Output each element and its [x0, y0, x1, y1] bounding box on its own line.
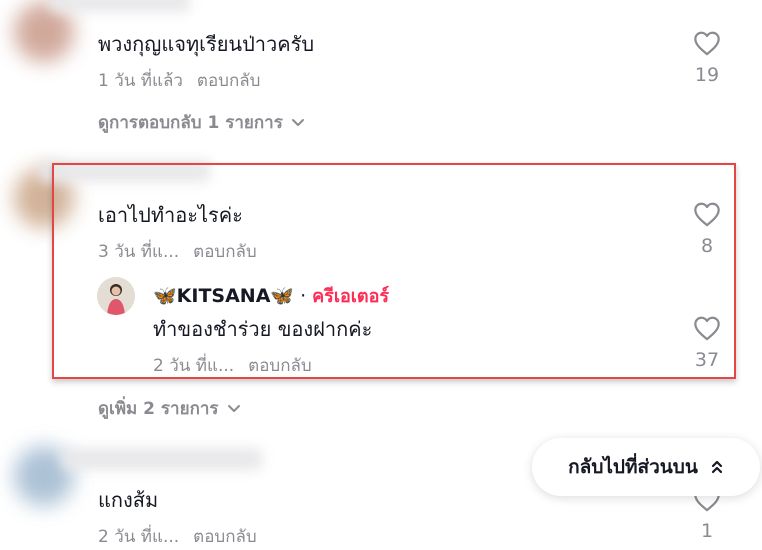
- comment-meta: 1 วัน ที่แล้ว ตอบกลับ: [98, 67, 260, 94]
- like-group: 19: [687, 30, 727, 86]
- double-chevron-up-icon: [711, 460, 722, 474]
- comment-meta: 2 วัน ที่แ... ตอบกลับ: [98, 523, 257, 550]
- back-to-top-label: กลับไปที่ส่วนบน: [568, 456, 698, 478]
- view-more-button[interactable]: ดูเพิ่ม 2 รายการ: [98, 395, 241, 422]
- highlight-frame: [52, 163, 736, 379]
- view-more-label: ดูเพิ่ม 2 รายการ: [98, 399, 219, 419]
- username-blurred[interactable]: [50, 0, 190, 12]
- like-count: 1: [700, 520, 714, 542]
- reply-button[interactable]: ตอบกลับ: [197, 71, 261, 91]
- view-replies-label: ดูการตอบกลับ 1 รายการ: [98, 113, 283, 133]
- comment-text: พวงกุญแจทุเรียนป่าวครับ: [98, 32, 315, 56]
- comment-time: 1 วัน ที่แล้ว: [98, 71, 183, 91]
- username-blurred[interactable]: [62, 448, 262, 470]
- chevron-down-icon: [227, 404, 240, 412]
- comment-time: 2 วัน ที่แ...: [98, 527, 180, 547]
- like-count: 19: [694, 64, 720, 86]
- comment-text: แกงส้ม: [98, 488, 159, 512]
- heart-icon[interactable]: [693, 30, 721, 56]
- chevron-down-icon: [291, 118, 304, 126]
- back-to-top-button[interactable]: กลับไปที่ส่วนบน: [532, 438, 760, 496]
- reply-button[interactable]: ตอบกลับ: [193, 527, 257, 547]
- view-replies-button[interactable]: ดูการตอบกลับ 1 รายการ: [98, 109, 305, 136]
